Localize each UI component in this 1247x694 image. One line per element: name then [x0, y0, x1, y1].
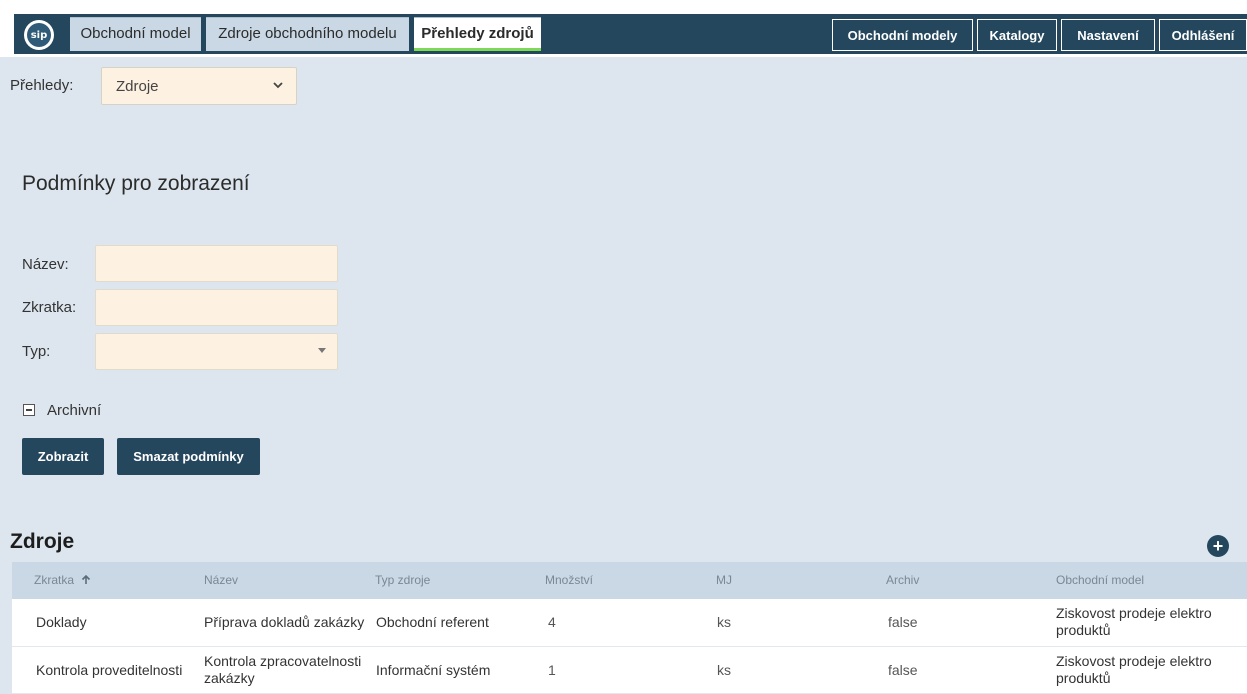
cell-nazev: Kontrola zpracovatelnosti zakázky — [204, 653, 362, 686]
header-zkratka[interactable]: Zkratka — [34, 573, 91, 587]
prehledy-select-value: Zdroje — [116, 78, 159, 95]
cell-model: Ziskovost prodeje elektro produktů — [1056, 653, 1212, 686]
abbr-field[interactable] — [95, 289, 338, 326]
prehledy-select[interactable]: Zdroje — [101, 67, 297, 105]
cell-zkratka: Doklady — [36, 614, 87, 630]
type-label: Typ: — [22, 343, 51, 360]
header-mnozstvi[interactable]: Množství — [545, 573, 593, 587]
table-title: Zdroje — [10, 530, 75, 553]
caret-down-icon — [318, 348, 326, 353]
cell-archiv: false — [888, 662, 918, 678]
name-label: Název: — [22, 256, 69, 273]
table-row[interactable]: Doklady Příprava dokladů zakázky Obchodn… — [12, 599, 1247, 647]
cell-typ: Obchodní referent — [376, 614, 489, 630]
tab-prehledy-zdroju[interactable]: Přehledy zdrojů — [414, 17, 541, 51]
table-row[interactable]: Kontrola proveditelnosti Kontrola zpraco… — [12, 647, 1247, 694]
tab-obchodni-model[interactable]: Obchodní model — [70, 17, 201, 51]
cell-mj: ks — [717, 614, 731, 630]
nastaveni-button[interactable]: Nastavení — [1061, 19, 1155, 51]
arrow-up-icon — [82, 574, 91, 584]
cell-nazev: Příprava dokladů zakázky — [204, 614, 365, 630]
prehledy-label: Přehledy: — [10, 77, 74, 94]
type-select[interactable] — [95, 333, 338, 370]
conditions-title: Podmínky pro zobrazení — [22, 172, 250, 195]
katalogy-button[interactable]: Katalogy — [977, 19, 1057, 51]
plus-icon[interactable]: + — [1207, 535, 1229, 557]
header-typ-zdroje[interactable]: Typ zdroje — [375, 573, 430, 587]
cell-mnozstvi: 1 — [548, 662, 556, 678]
tab-zdroje-obchodniho-modelu[interactable]: Zdroje obchodního modelu — [206, 17, 409, 51]
obchodni-modely-button[interactable]: Obchodní modely — [832, 19, 973, 51]
header-mj[interactable]: MJ — [716, 573, 732, 587]
header-obchodni-model[interactable]: Obchodní model — [1056, 573, 1144, 587]
cell-typ: Informační systém — [376, 662, 491, 678]
chevron-down-icon — [273, 82, 283, 89]
cell-archiv: false — [888, 614, 918, 630]
cell-mj: ks — [717, 662, 731, 678]
name-field[interactable] — [95, 245, 338, 282]
cell-mnozstvi: 4 — [548, 614, 556, 630]
header-nazev[interactable]: Název — [204, 573, 238, 587]
cell-model: Ziskovost prodeje elektro produktů — [1056, 605, 1212, 638]
clear-conditions-button[interactable]: Smazat podmínky — [117, 438, 260, 475]
archive-checkbox[interactable] — [23, 404, 35, 416]
show-button[interactable]: Zobrazit — [22, 438, 104, 475]
odhlaseni-button[interactable]: Odhlášení — [1159, 19, 1247, 51]
logo-mark: sip — [27, 23, 51, 47]
cell-zkratka: Kontrola proveditelnosti — [36, 662, 183, 678]
abbr-label: Zkratka: — [22, 299, 77, 316]
logo[interactable]: sip — [24, 20, 54, 50]
header-archiv[interactable]: Archiv — [886, 573, 919, 587]
table-header: Zkratka Název Typ zdroje Množství MJ Arc… — [12, 562, 1247, 599]
archive-label: Archivní — [47, 402, 102, 419]
